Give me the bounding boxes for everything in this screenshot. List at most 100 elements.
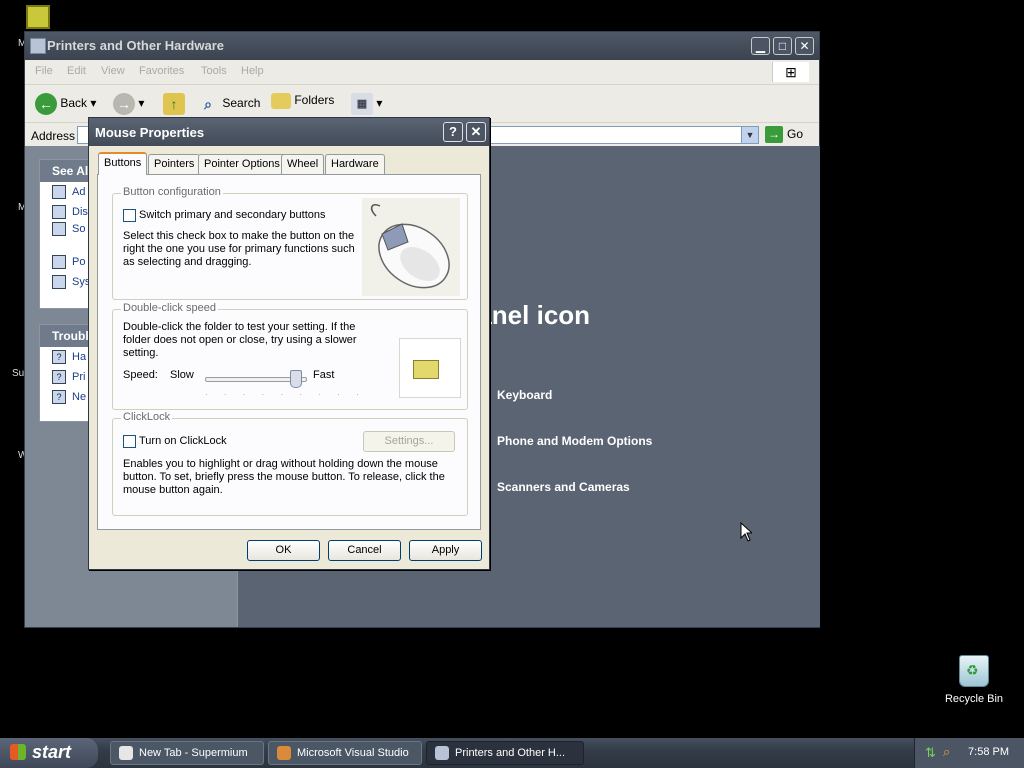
help-icon: ? — [52, 370, 66, 385]
dialog-title-bar[interactable]: Mouse Properties ? ✕ — [89, 118, 489, 146]
apply-button[interactable]: Apply — [409, 540, 482, 561]
folders-label: Folders — [294, 93, 335, 108]
menu-tools[interactable]: Tools — [201, 65, 227, 77]
close-button[interactable]: ✕ — [795, 37, 814, 55]
mouse-cursor-icon — [740, 522, 752, 542]
item-icon — [52, 255, 66, 270]
start-label: start — [32, 742, 72, 762]
dialog-title: Mouse Properties — [95, 125, 205, 140]
minimize-button[interactable]: ▁ — [751, 37, 770, 55]
up-folder-icon: ↑ — [163, 93, 185, 115]
views-icon: ▦ — [351, 93, 373, 115]
fast-label: Fast — [313, 369, 335, 381]
start-button[interactable]: start — [0, 738, 98, 768]
clock[interactable]: 7:58 PM — [968, 746, 1009, 758]
dialog-close-button[interactable]: ✕ — [466, 122, 486, 142]
clicklock-description: Enables you to highlight or drag without… — [123, 458, 445, 496]
tab-pointer-options[interactable]: Pointer Options — [198, 154, 286, 174]
back-arrow-icon: ← — [35, 93, 57, 115]
buttons-tab-panel: Button configuration Switch primary and … — [97, 174, 481, 530]
clicklock-group: ClickLock Turn on ClickLock Settings... … — [112, 411, 468, 516]
forward-button[interactable]: → ▾ — [113, 93, 144, 115]
explorer-title: Printers and Other Hardware — [47, 38, 224, 53]
clicklock-label[interactable]: Turn on ClickLock — [139, 435, 227, 448]
speed-label: Speed: — [123, 369, 158, 381]
back-button[interactable]: ← Back ▾ — [35, 93, 96, 115]
recycle-bin-icon: ♻ — [959, 655, 989, 687]
desktop-shortcut-icon[interactable] — [26, 5, 50, 29]
menu-file[interactable]: File — [35, 65, 53, 77]
up-folder-button[interactable]: ↑ — [163, 93, 185, 115]
taskbar-item-printers[interactable]: Printers and Other H... — [426, 741, 584, 765]
menu-edit[interactable]: Edit — [67, 65, 86, 77]
search-button[interactable]: ⌕ Search — [197, 93, 260, 115]
menu-help[interactable]: Help — [241, 65, 264, 77]
slow-label: Slow — [170, 369, 194, 381]
control-panel-item-scanners[interactable]: Scanners and Cameras — [497, 480, 630, 494]
taskbar-item-supermium[interactable]: New Tab - Supermium — [110, 741, 264, 765]
network-icon[interactable]: ⇅ — [925, 745, 936, 761]
group-label: Button configuration — [121, 186, 223, 198]
menu-view[interactable]: View — [101, 65, 125, 77]
mouse-properties-dialog: Mouse Properties ? ✕ Buttons Pointers Po… — [88, 117, 490, 570]
tab-pointers[interactable]: Pointers — [148, 154, 201, 174]
ok-button[interactable]: OK — [247, 540, 320, 561]
windows-flag-icon — [10, 744, 26, 760]
go-button[interactable]: → Go — [765, 126, 803, 143]
recycle-bin-label: Recycle Bin — [944, 693, 1004, 705]
help-icon: ? — [52, 350, 66, 365]
double-click-speed-group: Double-click speed Double-click the fold… — [112, 302, 468, 410]
test-folder-icon[interactable] — [413, 360, 439, 379]
folder-window-icon — [435, 746, 449, 760]
button-configuration-group: Button configuration Switch primary and … — [112, 186, 468, 300]
menu-favorites[interactable]: Favorites — [139, 65, 184, 77]
item-icon — [52, 205, 66, 220]
help-icon: ? — [52, 390, 66, 405]
group-label: Double-click speed — [121, 302, 218, 314]
button-config-description: Select this check box to make the button… — [123, 230, 355, 268]
address-label: Address — [31, 129, 76, 143]
double-click-description: Double-click the folder to test your set… — [123, 321, 357, 359]
clicklock-checkbox[interactable] — [123, 435, 136, 448]
views-button[interactable]: ▦ ▾ — [351, 93, 382, 115]
forward-arrow-icon: → — [113, 93, 135, 115]
taskbar-item-visual-studio[interactable]: Microsoft Visual Studio — [268, 741, 422, 765]
switch-buttons-label[interactable]: Switch primary and secondary buttons — [139, 209, 325, 222]
search-icon: ⌕ — [204, 96, 212, 112]
visual-studio-icon — [277, 746, 291, 760]
folders-button[interactable]: Folders — [271, 93, 334, 109]
window-icon — [30, 38, 46, 54]
windows-logo-icon: ⊞ — [772, 62, 809, 82]
clicklock-settings-button[interactable]: Settings... — [363, 431, 455, 452]
browser-icon — [119, 746, 133, 760]
go-arrow-icon: → — [765, 126, 783, 143]
taskbar: start New Tab - Supermium Microsoft Visu… — [0, 738, 1024, 768]
slider-ticks: · · · · · · · · · — [205, 390, 366, 399]
explorer-title-bar[interactable]: Printers and Other Hardware ▁ □ ✕ — [25, 32, 819, 60]
tab-wheel[interactable]: Wheel — [281, 154, 325, 174]
test-folder-area[interactable] — [399, 338, 461, 398]
switch-buttons-checkbox[interactable] — [123, 209, 136, 222]
recycle-bin[interactable]: ♻ Recycle Bin — [944, 655, 1004, 705]
system-tray: ⇅ ⌕ 7:58 PM — [914, 738, 1024, 768]
folders-icon — [271, 93, 291, 109]
desktop-icon-label: Su — [12, 368, 25, 379]
go-label: Go — [787, 127, 804, 141]
search-tray-icon[interactable]: ⌕ — [943, 744, 950, 760]
cancel-button[interactable]: Cancel — [328, 540, 401, 561]
item-icon — [52, 275, 66, 290]
control-panel-item-phone-modem[interactable]: Phone and Modem Options — [497, 434, 652, 448]
back-label: Back — [60, 96, 88, 111]
slider-thumb[interactable] — [290, 370, 302, 388]
item-icon — [52, 222, 66, 237]
control-panel-item-keyboard[interactable]: Keyboard — [497, 388, 552, 402]
tab-buttons[interactable]: Buttons — [98, 152, 148, 175]
tab-hardware[interactable]: Hardware — [325, 154, 385, 174]
item-icon — [52, 185, 66, 200]
help-button[interactable]: ? — [443, 122, 463, 142]
menu-bar: File Edit View Favorites Tools Help ⊞ — [25, 60, 819, 84]
group-label: ClickLock — [121, 411, 173, 423]
address-dropdown-icon[interactable]: ▼ — [741, 126, 759, 144]
maximize-button[interactable]: □ — [773, 37, 792, 55]
mouse-illustration-icon — [362, 198, 460, 296]
